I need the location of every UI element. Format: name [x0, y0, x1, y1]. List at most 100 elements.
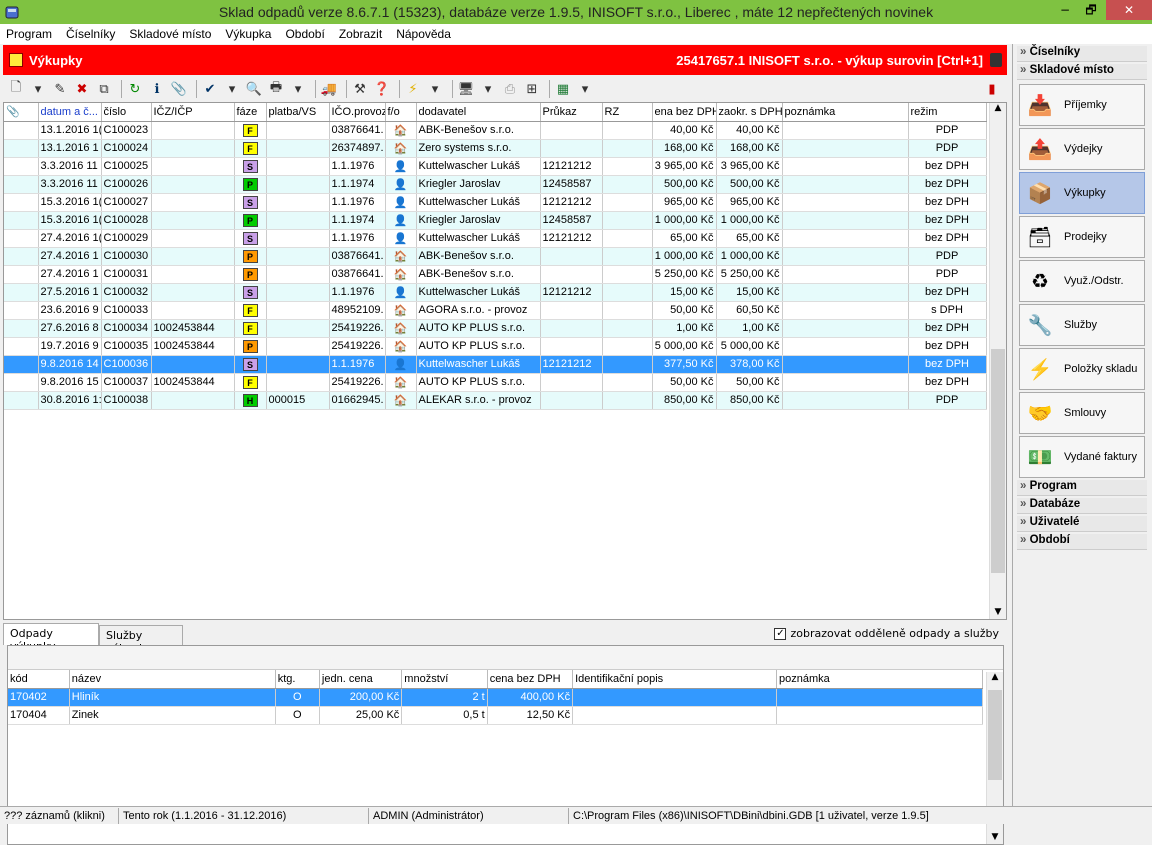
scroll-thumb[interactable] [988, 690, 1002, 780]
attachment-column-icon[interactable]: 📎 [4, 103, 39, 122]
nav-button-0[interactable]: 📥 Příjemky [1019, 84, 1145, 126]
column-header[interactable]: datum a č... [38, 103, 102, 122]
table-row[interactable]: 27.6.2016 8 C100034 1002453844 F 25419226. 🏠 A… [4, 319, 987, 338]
column-header[interactable]: Identifikační popis [572, 670, 778, 689]
column-header[interactable]: IČZ/IČP [151, 103, 235, 122]
section-3[interactable]: Období [1017, 534, 1147, 550]
table-row[interactable]: 15.3.2016 1(C100027 S 1.1.1976 👤 Kuttelwasch… [4, 193, 987, 212]
checkbox-box[interactable]: ✓ [774, 627, 787, 640]
menu-vykupka[interactable]: Výkupka [225, 27, 271, 41]
column-header[interactable]: jedn. cena [319, 670, 403, 689]
nav-button-5[interactable]: 🔧 Služby [1019, 304, 1145, 346]
dropdown-icon[interactable]: ▾ [479, 80, 497, 98]
edit-icon[interactable]: ✎ [51, 80, 69, 98]
tab-sluzby-vykupky[interactable]: Služby výkupky [99, 625, 183, 655]
column-header[interactable]: poznámka [776, 670, 983, 689]
column-header[interactable]: číslo [101, 103, 152, 122]
refresh-icon[interactable]: ↻ [126, 80, 144, 98]
table-row[interactable]: 9.8.2016 14 C100036 S 1.1.1976 👤 Kuttelwasche… [4, 355, 987, 374]
close-button[interactable]: ✕ [1106, 0, 1152, 20]
menu-napoveda[interactable]: Nápověda [396, 27, 451, 41]
dropdown-icon[interactable]: ▾ [576, 80, 594, 98]
print-icon[interactable]: 🖶 [267, 80, 285, 98]
excel-icon[interactable]: ▦ [554, 80, 572, 98]
truck-icon[interactable]: 🚚 [320, 80, 338, 98]
menu-ciselniky[interactable]: Číselníky [66, 27, 115, 41]
table-row[interactable]: 9.8.2016 15 C100037 1002453844 F 25419226. 🏠 A… [4, 373, 987, 392]
section-2[interactable]: Uživatelé [1017, 516, 1147, 532]
section-ciselniky[interactable]: Číselníky [1017, 46, 1147, 62]
table-row[interactable]: 170402 Hliník O 200,00 Kč 2 t 400,00 Kč [8, 688, 983, 707]
column-header[interactable]: f/o [385, 103, 417, 122]
section-1[interactable]: Databáze [1017, 498, 1147, 514]
grid-vertical-scrollbar[interactable]: ▲ ▼ [989, 103, 1006, 619]
purchase-grid[interactable]: 📎 datum a č... číslo IČZ/IČP fáze platba… [3, 102, 1007, 620]
table-row[interactable]: 27.5.2016 1 C100032 S 1.1.1976 👤 Kuttelwasche… [4, 283, 987, 302]
column-header[interactable]: množství [401, 670, 488, 689]
table-row[interactable]: 27.4.2016 1 C100030 P 03876641. 🏠 ABK-Benešov… [4, 247, 987, 266]
nav-button-2[interactable]: 📦 Výkupky [1019, 172, 1145, 214]
dropdown-icon[interactable]: ▾ [426, 80, 444, 98]
check-icon[interactable]: ✔ [201, 80, 219, 98]
column-header[interactable]: dodavatel [416, 103, 541, 122]
lightning-icon[interactable]: ⚡ [404, 80, 422, 98]
dropdown-icon[interactable]: ▾ [289, 80, 307, 98]
table-row[interactable]: 27.4.2016 1 C100031 P 03876641. 🏠 ABK-Benešov… [4, 265, 987, 284]
nav-button-6[interactable]: ⚡ Položky skladu [1019, 348, 1145, 390]
table-row[interactable]: 30.8.2016 1: C100038 H 000015 01662945. 🏠 ALEK… [4, 391, 987, 410]
scroll-down-icon[interactable]: ▼ [987, 832, 1003, 842]
search-icon[interactable]: 🔍 [245, 80, 263, 98]
database-small-icon[interactable]: ▮ [983, 80, 1001, 98]
record-count[interactable]: ??? záznamů (klikni) [4, 810, 105, 822]
attachment-icon[interactable]: 📎 [170, 80, 188, 98]
column-header[interactable]: fáze [234, 103, 267, 122]
nav-button-8[interactable]: 💵 Vydané faktury [1019, 436, 1145, 478]
column-header[interactable]: ktg. [275, 670, 320, 689]
column-header[interactable]: režim [908, 103, 987, 122]
table-row[interactable]: 19.7.2016 9 C100035 1002453844 P 25419226. 🏠 A… [4, 337, 987, 356]
column-header[interactable]: platba/VS [266, 103, 330, 122]
table-row[interactable]: 13.1.2016 1 C100024 F 26374897. 🏠 Zero system… [4, 139, 987, 158]
section-0[interactable]: Program [1017, 480, 1147, 496]
menu-obdobi[interactable]: Období [285, 27, 324, 41]
dropdown-icon[interactable]: ▾ [223, 80, 241, 98]
dropdown-icon[interactable]: ▾ [29, 80, 47, 98]
column-header[interactable]: Průkaz [540, 103, 603, 122]
table-row[interactable]: 27.4.2016 1(C100029 S 1.1.1976 👤 Kuttelwasch… [4, 229, 987, 248]
column-header[interactable]: ena bez DPH [652, 103, 717, 122]
menu-zobrazit[interactable]: Zobrazit [339, 27, 382, 41]
nav-button-4[interactable]: ♻ Využ./Odstr. [1019, 260, 1145, 302]
column-header[interactable]: kód [8, 670, 70, 689]
table-row[interactable]: 3.3.2016 11 C100026 P 1.1.1974 👤 Kriegler Jar… [4, 175, 987, 194]
stamp-icon[interactable]: ⎙ [501, 80, 519, 98]
table-row[interactable]: 13.1.2016 1(C100023 F 03876641. 🏠 ABK-Benešo… [4, 121, 987, 140]
column-header[interactable]: zaokr. s DPH [716, 103, 783, 122]
column-header[interactable]: RZ [602, 103, 653, 122]
help-icon[interactable]: ❓ [373, 80, 391, 98]
nav-button-7[interactable]: 🤝 Smlouvy [1019, 392, 1145, 434]
period-status[interactable]: Tento rok (1.1.2016 - 31.12.2016) [123, 810, 286, 822]
table-row[interactable]: 23.6.2016 9 C100033 F 48952109. 🏠 AGORA s.r.o… [4, 301, 987, 320]
separate-display-checkbox[interactable]: ✓ zobrazovat odděleně odpady a služby [774, 627, 999, 640]
menu-program[interactable]: Program [6, 27, 52, 41]
copy-icon[interactable]: ⧉ [95, 80, 113, 98]
database-icon[interactable] [990, 53, 1002, 67]
scroll-up-icon[interactable]: ▲ [987, 672, 1003, 682]
nav-button-1[interactable]: 📤 Výdejky [1019, 128, 1145, 170]
column-header[interactable]: IČO.provoz [329, 103, 386, 122]
structure-icon[interactable]: ⊞ [523, 80, 541, 98]
tools-icon[interactable]: ⚒ [351, 80, 369, 98]
delete-icon[interactable]: ✖ [73, 80, 91, 98]
scroll-down-icon[interactable]: ▼ [990, 607, 1006, 617]
scroll-thumb[interactable] [991, 349, 1005, 573]
maximize-button[interactable]: 🗗 [1076, 0, 1106, 20]
new-icon[interactable]: 🗋 [7, 80, 25, 98]
table-row[interactable]: 170404 Zinek O 25,00 Kč 0,5 t 12,50 Kč [8, 706, 983, 725]
company-label[interactable]: 25417657.1 INISOFT s.r.o. - výkup surovi… [676, 53, 983, 68]
monitor-icon[interactable]: 🖥 [457, 80, 475, 98]
column-header[interactable]: cena bez DPH [487, 670, 574, 689]
table-row[interactable]: 15.3.2016 1(C100028 P 1.1.1974 👤 Kriegler Ja… [4, 211, 987, 230]
column-header[interactable]: název [69, 670, 276, 689]
scroll-up-icon[interactable]: ▲ [990, 103, 1006, 113]
section-skladove-misto[interactable]: Skladové místo [1017, 64, 1147, 80]
